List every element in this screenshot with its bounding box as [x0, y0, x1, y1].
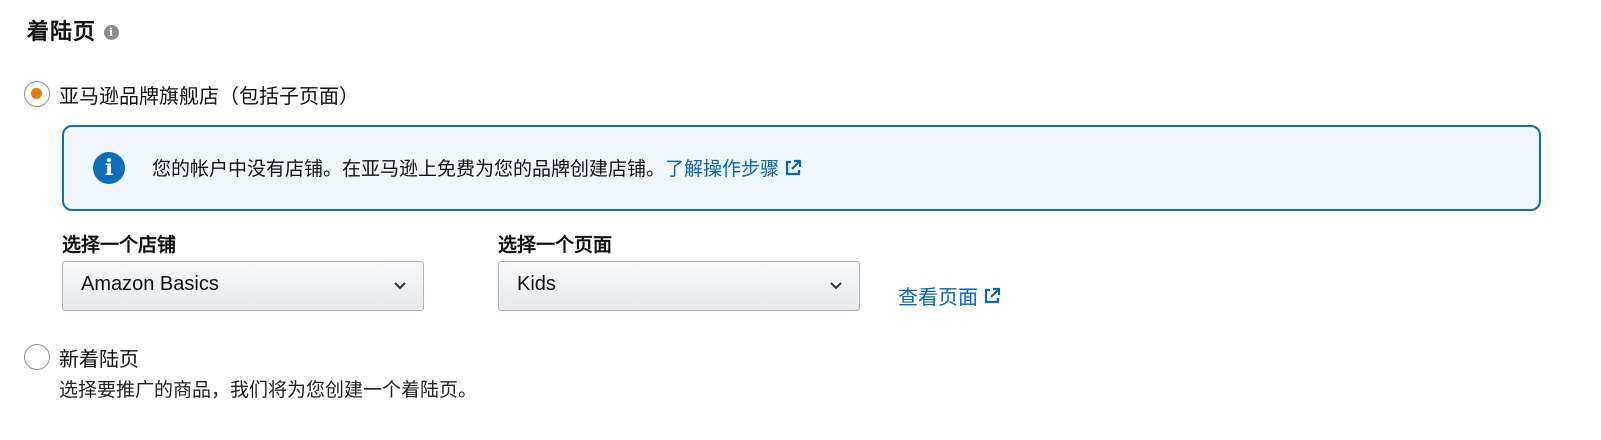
new-landing-page-description: 选择要推广的商品，我们将为您创建一个着陆页。	[59, 379, 478, 401]
section-heading: 着陆页 i	[27, 14, 120, 46]
page-select-value: Kids	[517, 273, 556, 295]
page-select-label: 选择一个页面	[498, 234, 613, 256]
external-link-icon	[984, 287, 1001, 303]
view-page-link[interactable]: 查看页面	[898, 281, 1002, 310]
alert-message: 您的帐户中没有店铺。在亚马逊上免费为您的品牌创建店铺。	[152, 158, 666, 180]
chevron-down-icon	[830, 282, 842, 290]
alert-message-row: 您的帐户中没有店铺。在亚马逊上免费为您的品牌创建店铺。 了解操作步骤	[152, 154, 803, 181]
store-option-radio[interactable]	[24, 81, 50, 107]
external-link-icon	[785, 159, 802, 175]
info-circle-icon[interactable]: i	[104, 24, 120, 40]
info-icon: i	[93, 152, 125, 184]
view-page-link-text[interactable]: 查看页面	[898, 281, 978, 310]
store-select[interactable]: Amazon Basics	[62, 261, 424, 311]
no-store-alert: i 您的帐户中没有店铺。在亚马逊上免费为您的品牌创建店铺。 了解操作步骤	[62, 125, 1541, 211]
learn-steps-link-text[interactable]: 了解操作步骤	[665, 154, 779, 181]
store-select-value: Amazon Basics	[81, 273, 219, 295]
new-landing-page-label[interactable]: 新着陆页	[59, 343, 139, 372]
section-title: 着陆页	[27, 20, 97, 45]
store-option-label[interactable]: 亚马逊品牌旗舰店（包括子页面）	[59, 80, 359, 109]
new-landing-page-radio[interactable]	[24, 344, 50, 370]
store-select-label: 选择一个店铺	[62, 234, 177, 256]
page-select[interactable]: Kids	[498, 261, 860, 311]
chevron-down-icon	[394, 282, 406, 290]
learn-steps-link[interactable]: 了解操作步骤	[665, 154, 803, 181]
